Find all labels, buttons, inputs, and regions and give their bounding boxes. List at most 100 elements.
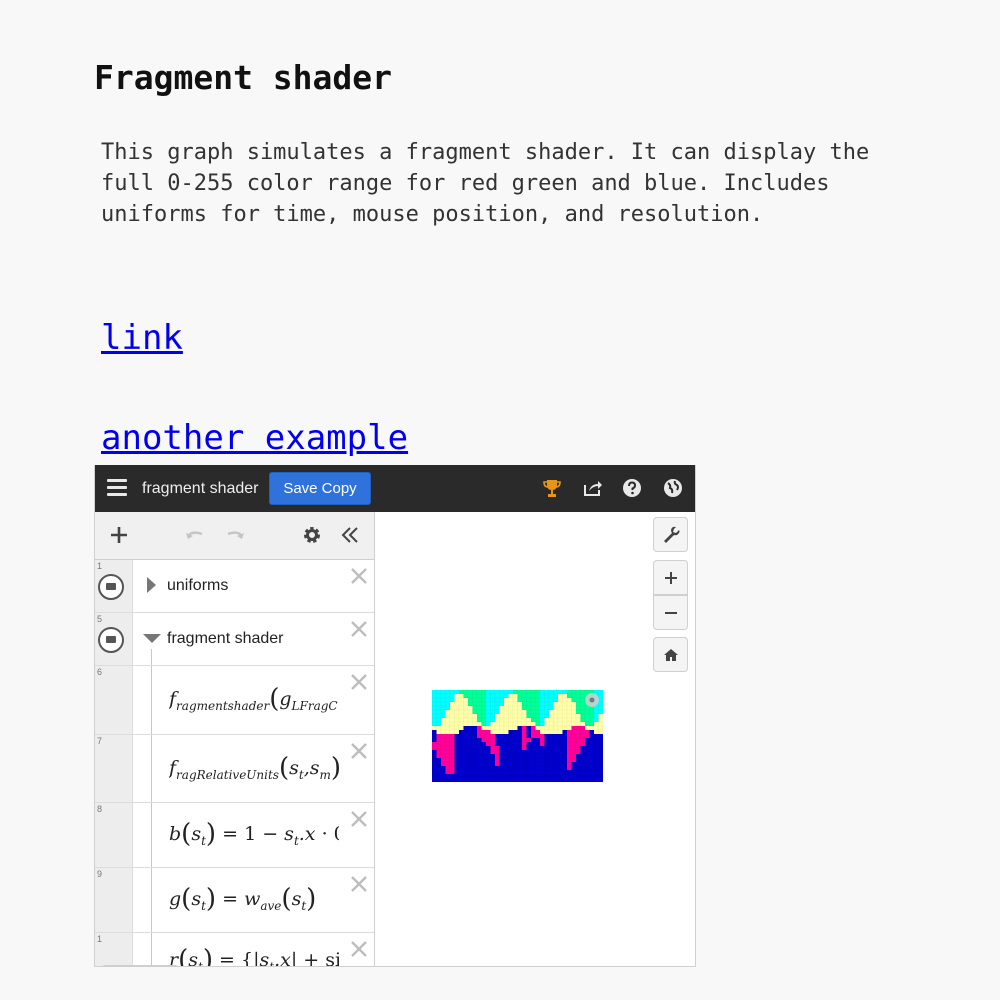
shader-pixel [432,761,437,767]
shader-pixel [481,749,487,755]
shader-pixel [490,733,496,739]
keyboard-toggle-button[interactable] [101,965,179,966]
shader-pixel [463,705,469,711]
shader-pixel [580,697,586,703]
another-example-link[interactable]: another example [101,418,408,458]
shader-pixel [571,769,577,775]
shader-pixel [454,713,460,719]
shader-pixel [436,765,442,771]
menu-icon[interactable] [107,479,127,497]
close-icon[interactable] [349,741,369,761]
add-expression-icon[interactable] [107,523,131,547]
globe-icon[interactable] [662,477,684,499]
shader-pixel [566,733,572,739]
share-icon[interactable] [582,477,604,499]
shader-pixel [593,765,599,771]
zoom-out-button[interactable] [653,595,688,630]
shader-pixel [580,757,586,763]
save-copy-button[interactable]: Save Copy [269,472,371,505]
shader-pixel [440,757,446,763]
expression-row[interactable]: 1 r(st) = {|st.x| + sin( [95,933,374,966]
shader-pixel [575,749,581,755]
shader-pixel [548,741,554,747]
collapse-triangle-icon[interactable] [143,634,161,643]
folder-row-uniforms[interactable]: 1 uniforms [95,560,374,613]
expand-triangle-icon[interactable] [147,577,156,593]
shader-pixel [467,765,473,771]
shader-pixel [526,737,532,743]
expression-row[interactable]: 7 fragRelativeUnits(st,sm) [95,735,374,803]
zoom-in-button[interactable] [653,560,688,595]
folder-icon[interactable] [98,574,124,600]
home-button[interactable] [653,637,688,672]
shader-pixel [445,693,451,699]
expression-math[interactable]: fragmentshader(gLFragC [169,684,339,714]
shader-pixel [598,757,604,763]
expression-row[interactable]: 8 b(st) = 1 − st.x · 0.5 [95,803,374,868]
shader-pixel [503,717,509,723]
shader-pixel [580,753,586,759]
shader-pixel [512,753,518,759]
shader-pixel [476,769,482,775]
shader-pixel [503,769,509,775]
expression-math[interactable]: fragRelativeUnits(st,sm) [169,753,339,783]
shader-pixel [436,701,442,707]
folder-row-fragment-shader[interactable]: 5 fragment shader [95,613,374,666]
shader-pixel [503,737,509,743]
undo-icon[interactable] [183,523,207,547]
shader-pixel [557,749,563,755]
shader-pixel [499,765,505,771]
graph-settings-button[interactable] [653,517,688,552]
folder-icon[interactable] [98,627,124,653]
close-icon[interactable] [349,809,369,829]
expression-row[interactable]: 6 fragmentshader(gLFragC [95,666,374,735]
shader-pixel [467,705,473,711]
shader-pixel [445,717,451,723]
shader-pixel [521,725,527,731]
shader-pixel [440,741,446,747]
shader-pixel [571,705,577,711]
shader-pixel [481,761,487,767]
close-icon[interactable] [349,874,369,894]
shader-pixel [535,765,541,771]
shader-pixel [580,729,586,735]
shader-pixel [454,753,460,759]
help-icon[interactable] [621,477,643,499]
shader-pixel [535,769,541,775]
close-icon[interactable] [349,939,369,959]
shader-pixel [580,777,586,783]
shader-pixel [508,725,514,731]
close-icon[interactable] [349,619,369,639]
shader-pixel [589,741,595,747]
settings-gear-icon[interactable] [300,523,324,547]
collapse-panel-icon[interactable] [338,523,362,547]
shader-pixel [539,713,545,719]
close-icon[interactable] [349,566,369,586]
shader-pixel [454,709,460,715]
redo-icon[interactable] [223,523,247,547]
trophy-icon[interactable] [541,477,563,499]
shader-pixel [490,765,496,771]
shader-pixel [499,725,505,731]
shader-pixel [503,741,509,747]
shader-pixel [539,709,545,715]
expression-math[interactable]: r(st) = {|st.x| + sin( [169,945,339,966]
close-icon[interactable] [349,672,369,692]
shader-pixel [584,721,590,727]
shader-pixel [458,741,464,747]
shader-pixel [467,721,473,727]
shader-pixel [440,749,446,755]
expression-math[interactable]: b(st) = 1 − st.x · 0.5 [169,819,339,849]
row-number: 8 [97,804,103,814]
shader-pixel [476,701,482,707]
expression-math[interactable]: g(st) = wave(st) [169,884,339,914]
link[interactable]: link [101,318,183,358]
shader-pixel [521,690,527,695]
shader-pixel [593,690,599,695]
expression-row[interactable]: 9 g(st) = wave(st) [95,868,374,933]
shader-pixel [458,769,464,775]
shader-pixel [526,741,532,747]
shader-pixel [526,777,532,783]
shader-pixel [472,705,478,711]
shader-pixel [548,717,554,723]
